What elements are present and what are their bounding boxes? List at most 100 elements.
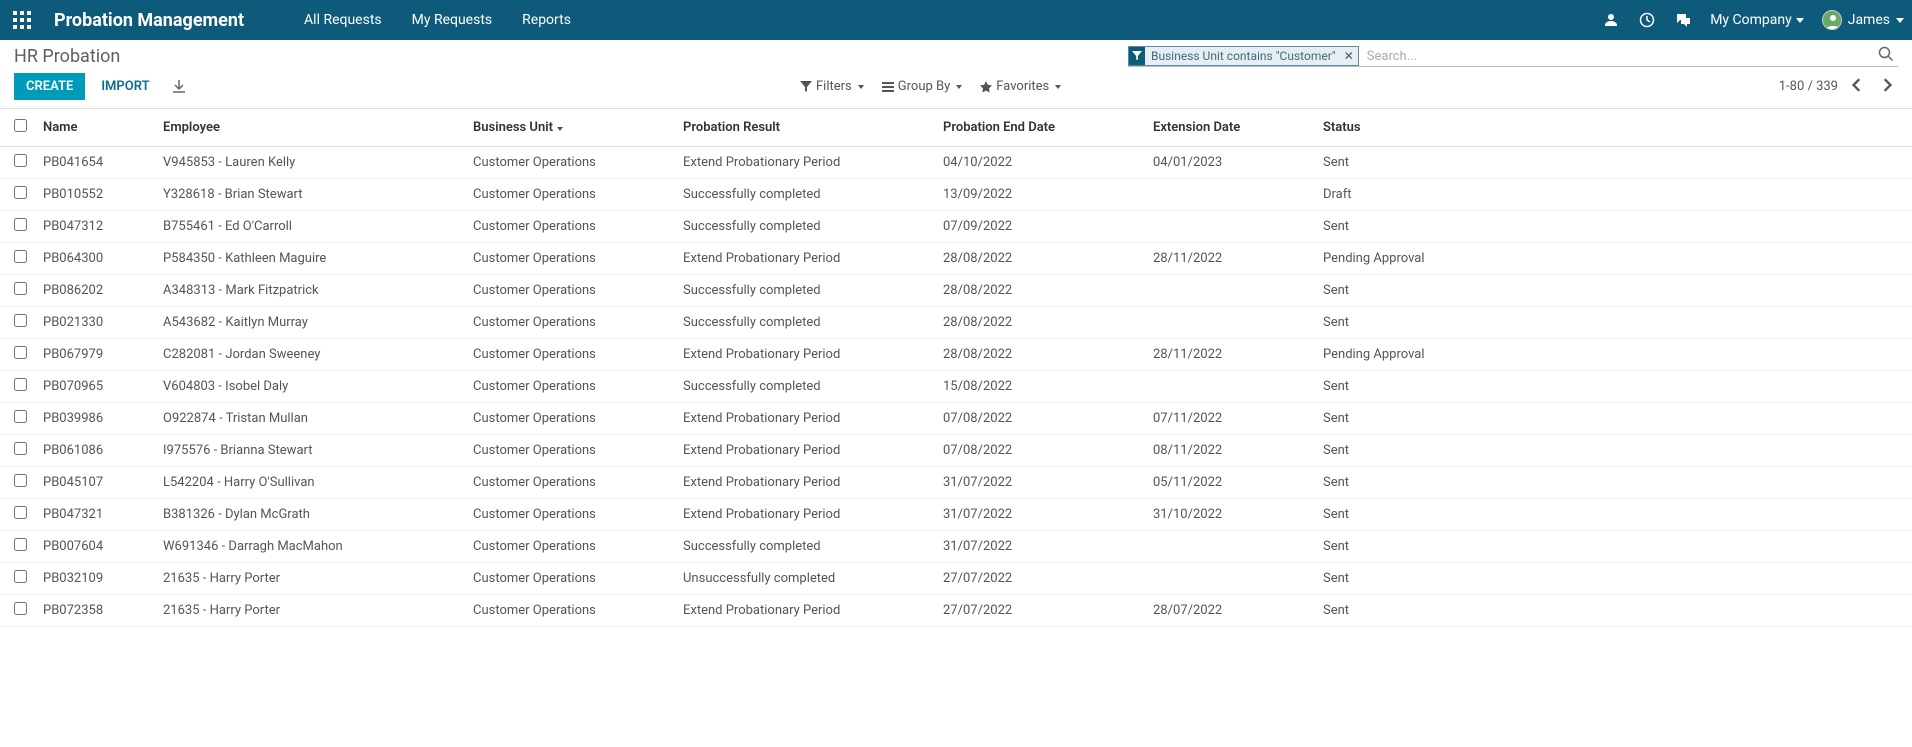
table-row[interactable]: PB010552Y328618 - Brian StewartCustomer … [0, 179, 1912, 211]
table-row[interactable]: PB047312B755461 - Ed O'CarrollCustomer O… [0, 211, 1912, 243]
cell-bu: Customer Operations [465, 211, 675, 243]
table-row[interactable]: PB045107L542204 - Harry O'SullivanCustom… [0, 467, 1912, 499]
row-checkbox[interactable] [14, 250, 27, 263]
table-row[interactable]: PB067979C282081 - Jordan SweeneyCustomer… [0, 339, 1912, 371]
row-checkbox[interactable] [14, 154, 27, 167]
cell-status: Sent [1315, 467, 1912, 499]
table-row[interactable]: PB07235821635 - Harry PorterCustomer Ope… [0, 595, 1912, 627]
star-icon [980, 81, 992, 93]
filters-label: Filters [816, 79, 852, 94]
cell-name: PB061086 [35, 435, 155, 467]
chevron-down-icon [1796, 18, 1804, 23]
groupby-dropdown[interactable]: Group By [882, 79, 963, 94]
table-row[interactable]: PB039986O922874 - Tristan MullanCustomer… [0, 403, 1912, 435]
chat-icon[interactable] [1674, 11, 1692, 29]
cell-employee: W691346 - Darragh MacMahon [155, 531, 465, 563]
table-scroll[interactable]: Name Employee Business Unit Probation Re… [0, 109, 1912, 736]
cell-end: 31/07/2022 [935, 467, 1145, 499]
cell-bu: Customer Operations [465, 339, 675, 371]
pager-text[interactable]: 1-80 / 339 [1779, 79, 1838, 94]
row-checkbox[interactable] [14, 186, 27, 199]
row-checkbox[interactable] [14, 538, 27, 551]
chevron-down-icon [858, 85, 864, 89]
company-selector[interactable]: My Company [1710, 12, 1804, 28]
col-name[interactable]: Name [35, 109, 155, 147]
cell-status: Draft [1315, 179, 1912, 211]
nav-all-requests[interactable]: All Requests [304, 12, 382, 28]
avatar [1822, 10, 1842, 30]
topbar-right: My Company James [1602, 10, 1904, 30]
filter-chip-close[interactable]: ✕ [1340, 49, 1358, 63]
row-checkbox[interactable] [14, 282, 27, 295]
search-input[interactable] [1363, 47, 1874, 66]
pager-prev[interactable] [1846, 76, 1868, 98]
cell-ext: 04/01/2023 [1145, 147, 1315, 179]
cell-name: PB041654 [35, 147, 155, 179]
row-checkbox[interactable] [14, 378, 27, 391]
create-button[interactable]: CREATE [14, 73, 85, 100]
table-row[interactable]: PB021330A543682 - Kaitlyn MurrayCustomer… [0, 307, 1912, 339]
table-row[interactable]: PB03210921635 - Harry PorterCustomer Ope… [0, 563, 1912, 595]
col-employee[interactable]: Employee [155, 109, 465, 147]
row-checkbox[interactable] [14, 474, 27, 487]
table-row[interactable]: PB064300P584350 - Kathleen MaguireCustom… [0, 243, 1912, 275]
table-row[interactable]: PB070965V604803 - Isobel DalyCustomer Op… [0, 371, 1912, 403]
row-checkbox[interactable] [14, 314, 27, 327]
filter-icon [800, 81, 812, 93]
cell-status: Sent [1315, 435, 1912, 467]
filters-dropdown[interactable]: Filters [800, 79, 864, 94]
download-button[interactable] [172, 80, 186, 94]
row-checkbox[interactable] [14, 442, 27, 455]
user-menu[interactable]: James [1822, 10, 1904, 30]
import-button[interactable]: IMPORT [89, 73, 161, 100]
cell-bu: Customer Operations [465, 179, 675, 211]
search-icon[interactable] [1874, 46, 1898, 66]
col-result[interactable]: Probation Result [675, 109, 935, 147]
col-extension[interactable]: Extension Date [1145, 109, 1315, 147]
cell-employee: 21635 - Harry Porter [155, 563, 465, 595]
nav-my-requests[interactable]: My Requests [412, 12, 493, 28]
apps-menu-icon[interactable] [8, 6, 36, 34]
cell-name: PB007604 [35, 531, 155, 563]
row-checkbox[interactable] [14, 346, 27, 359]
table-row[interactable]: PB007604W691346 - Darragh MacMahonCustom… [0, 531, 1912, 563]
col-status[interactable]: Status [1315, 109, 1912, 147]
cell-end: 07/08/2022 [935, 435, 1145, 467]
nav-reports[interactable]: Reports [522, 12, 571, 28]
user-name: James [1848, 12, 1890, 28]
cell-name: PB032109 [35, 563, 155, 595]
cell-bu: Customer Operations [465, 147, 675, 179]
chevron-down-icon [956, 85, 962, 89]
cell-bu: Customer Operations [465, 403, 675, 435]
app-title[interactable]: Probation Management [54, 10, 244, 31]
col-end-date[interactable]: Probation End Date [935, 109, 1145, 147]
cell-status: Sent [1315, 595, 1912, 627]
cell-employee: C282081 - Jordan Sweeney [155, 339, 465, 371]
row-checkbox[interactable] [14, 602, 27, 615]
cell-name: PB010552 [35, 179, 155, 211]
cell-status: Sent [1315, 563, 1912, 595]
cell-status: Sent [1315, 531, 1912, 563]
row-checkbox[interactable] [14, 570, 27, 583]
col-business-unit[interactable]: Business Unit [465, 109, 675, 147]
table-row[interactable]: PB061086I975576 - Brianna StewartCustome… [0, 435, 1912, 467]
cell-bu: Customer Operations [465, 499, 675, 531]
cell-employee: V604803 - Isobel Daly [155, 371, 465, 403]
cell-end: 07/09/2022 [935, 211, 1145, 243]
row-checkbox[interactable] [14, 410, 27, 423]
table-row[interactable]: PB041654V945853 - Lauren KellyCustomer O… [0, 147, 1912, 179]
user-icon[interactable] [1602, 11, 1620, 29]
cell-result: Unsuccessfully completed [675, 563, 935, 595]
clock-icon[interactable] [1638, 11, 1656, 29]
chevron-down-icon [1896, 18, 1904, 23]
pager-next[interactable] [1876, 76, 1898, 98]
cell-status: Sent [1315, 499, 1912, 531]
favorites-dropdown[interactable]: Favorites [980, 79, 1061, 94]
select-all-checkbox[interactable] [14, 119, 27, 132]
table-row[interactable]: PB086202A348313 - Mark FitzpatrickCustom… [0, 275, 1912, 307]
cell-end: 28/08/2022 [935, 307, 1145, 339]
cell-status: Pending Approval [1315, 339, 1912, 371]
row-checkbox[interactable] [14, 506, 27, 519]
table-row[interactable]: PB047321B381326 - Dylan McGrathCustomer … [0, 499, 1912, 531]
row-checkbox[interactable] [14, 218, 27, 231]
